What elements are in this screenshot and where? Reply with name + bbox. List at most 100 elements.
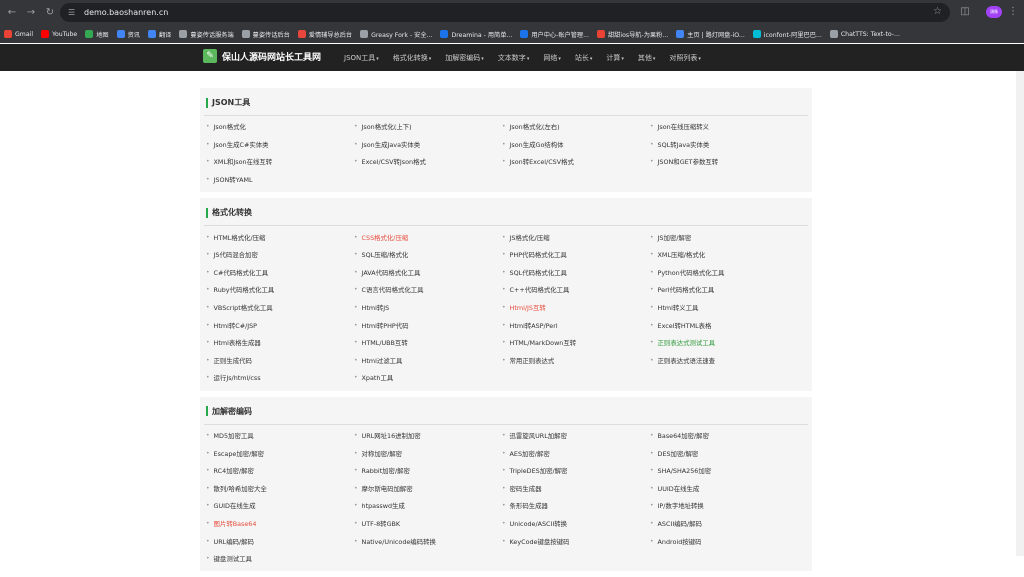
bookmark-item[interactable]: 翻译 <box>147 27 171 41</box>
tool-link[interactable]: • C语言代码格式化工具 <box>352 281 500 299</box>
tool-link[interactable]: • Html转PHP代码 <box>352 316 500 334</box>
tool-link[interactable]: • Html过滤工具 <box>352 352 500 370</box>
tool-link-label[interactable]: HTML/UBB互转 <box>362 338 408 347</box>
tool-link[interactable]: • JSON和GET参数互转 <box>648 153 796 171</box>
tool-link-label[interactable]: 正则生成代码 <box>214 356 252 365</box>
address-url[interactable]: demo.baoshanren.cn <box>84 8 168 17</box>
bookmark-item[interactable]: Greasy Fork - 安全... <box>360 27 432 41</box>
tool-link-label[interactable]: C++代码格式化工具 <box>510 285 570 294</box>
tool-link[interactable]: • 图片转Base64 <box>204 515 352 533</box>
tool-link-label[interactable]: JSON转YAML <box>214 175 253 184</box>
tool-link[interactable]: • GUID在线生成 <box>204 497 352 515</box>
tool-link-label[interactable]: Json在线压缩转义 <box>658 122 710 131</box>
tool-link[interactable]: • htpasswd生成 <box>352 497 500 515</box>
tool-link-label[interactable]: 正则表达式测试工具 <box>658 338 716 347</box>
tool-link[interactable]: • CSS格式化/压缩 <box>352 228 500 246</box>
tool-link[interactable]: • Excel转HTML表格 <box>648 316 796 334</box>
tool-link[interactable]: • 对称加密/解密 <box>352 444 500 462</box>
tool-link[interactable]: • Json格式化(左右) <box>500 118 648 136</box>
tool-link-label[interactable]: Ruby代码格式化工具 <box>214 285 275 294</box>
reload-icon[interactable]: ↻ <box>43 6 57 20</box>
bookmark-item[interactable]: Dreamina - 用简单... <box>440 27 512 41</box>
tool-link[interactable]: • Ruby代码格式化工具 <box>204 281 352 299</box>
tool-link[interactable]: • JAVA代码格式化工具 <box>352 264 500 282</box>
tool-link[interactable]: • Excel/CSV转Json格式 <box>352 153 500 171</box>
tool-link[interactable]: • URL网址16进制加密 <box>352 427 500 445</box>
menu-icon[interactable]: ⋮ <box>1006 5 1020 19</box>
tool-link[interactable]: • HTML格式化/压缩 <box>204 228 352 246</box>
tool-link-label[interactable]: SQL代码格式化工具 <box>510 268 567 277</box>
tool-link[interactable]: • PHP代码格式化工具 <box>500 246 648 264</box>
menu-item[interactable]: 网络▾ <box>543 53 561 63</box>
tool-link[interactable]: • 迅雷旋风URL加解密 <box>500 427 648 445</box>
tool-link-label[interactable]: KeyCode键盘按键码 <box>510 537 570 546</box>
tool-link[interactable]: • 常用正则表达式 <box>500 352 648 370</box>
tool-link-label[interactable]: GUID在线生成 <box>214 501 256 510</box>
tool-link[interactable]: • Json在线压缩转义 <box>648 118 796 136</box>
tool-link-label[interactable]: TripleDES加密/解密 <box>510 466 568 475</box>
tool-link[interactable]: • Json转Excel/CSV格式 <box>500 153 648 171</box>
tool-link-label[interactable]: Excel/CSV转Json格式 <box>362 157 426 166</box>
tool-link[interactable]: • Html转JS <box>352 299 500 317</box>
tool-link-label[interactable]: Html/JS互转 <box>510 303 546 312</box>
tool-link-label[interactable]: Xpath工具 <box>362 373 394 382</box>
menu-item[interactable]: 计算▾ <box>606 53 624 63</box>
tool-link-label[interactable]: URL编码/解码 <box>214 537 254 546</box>
bookmark-item[interactable]: 蔓姿传话后台 <box>241 27 290 41</box>
tool-link-label[interactable]: SQL转Java实体类 <box>658 140 710 149</box>
tool-link[interactable]: • HTML/MarkDown互转 <box>500 334 648 352</box>
tool-link[interactable]: • Html表格生成器 <box>204 334 352 352</box>
tool-link-label[interactable]: Json格式化(左右) <box>510 122 560 131</box>
tool-link-label[interactable]: 图片转Base64 <box>214 519 257 528</box>
tool-link-label[interactable]: Json生成Java实体类 <box>362 140 421 149</box>
bookmark-item[interactable]: iconfont-阿里巴巴... <box>752 27 822 41</box>
tool-link-label[interactable]: 密码生成器 <box>510 484 542 493</box>
scrollbar[interactable] <box>1016 71 1024 556</box>
tool-link-label[interactable]: 对称加密/解密 <box>362 449 403 458</box>
tool-link-label[interactable]: 摩尔斯电码加解密 <box>362 484 413 493</box>
bookmark-item[interactable]: 爱情辅导总后台 <box>297 27 352 41</box>
tool-link[interactable]: • VBScript格式化工具 <box>204 299 352 317</box>
tool-link-label[interactable]: SHA/SHA256加密 <box>658 466 712 475</box>
tool-link-label[interactable]: JS格式化/压缩 <box>510 233 550 242</box>
tool-link-label[interactable]: Html转PHP代码 <box>362 321 409 330</box>
bookmark-item[interactable]: 资讯 <box>116 27 140 41</box>
tool-link[interactable]: • 运行Js/html/css <box>204 369 352 387</box>
tool-link-label[interactable]: Json格式化 <box>214 122 246 131</box>
tool-link[interactable]: • Html转ASP/Perl <box>500 316 648 334</box>
tool-link-label[interactable]: UTF-8转GBK <box>362 519 401 528</box>
tool-link-label[interactable]: Html转ASP/Perl <box>510 321 558 330</box>
tool-link-label[interactable]: C语言代码格式化工具 <box>362 285 424 294</box>
tool-link-label[interactable]: Json生成Go结构体 <box>510 140 564 149</box>
tool-link[interactable]: • SQL转Java实体类 <box>648 136 796 154</box>
tool-link-label[interactable]: RC4加密/解密 <box>214 466 254 475</box>
tool-link-label[interactable]: 运行Js/html/css <box>214 373 261 382</box>
tool-link[interactable]: • 散列/哈希加密大全 <box>204 480 352 498</box>
bookmark-item[interactable]: 用户中心-账户管理... <box>520 27 589 41</box>
tool-link[interactable]: • DES加密/解密 <box>648 444 796 462</box>
tool-link-label[interactable]: 条形码生成器 <box>510 501 548 510</box>
menu-item[interactable]: 站长▾ <box>575 53 593 63</box>
tool-link-label[interactable]: Excel转HTML表格 <box>658 321 712 330</box>
tool-link-label[interactable]: JS加密/解密 <box>658 233 692 242</box>
bookmark-item[interactable]: Gmail <box>4 27 33 41</box>
tool-link[interactable]: • Unicode/ASCII转换 <box>500 515 648 533</box>
tool-link-label[interactable]: URL网址16进制加密 <box>362 431 421 440</box>
tool-link-label[interactable]: HTML/MarkDown互转 <box>510 338 577 347</box>
tool-link[interactable]: • Escape加密/解密 <box>204 444 352 462</box>
back-icon[interactable]: ← <box>5 6 19 20</box>
tool-link-label[interactable]: Json转Excel/CSV格式 <box>510 157 574 166</box>
tool-link[interactable]: • HTML/UBB互转 <box>352 334 500 352</box>
tool-link-label[interactable]: Perl代码格式化工具 <box>658 285 715 294</box>
tool-link[interactable]: • XML和Json在线互转 <box>204 153 352 171</box>
tool-link[interactable]: • Json格式化 <box>204 118 352 136</box>
tool-link-label[interactable]: Native/Unicode编码转换 <box>362 537 436 546</box>
extensions-icon[interactable]: ◫ <box>958 5 972 19</box>
tool-link[interactable]: • Android按键码 <box>648 532 796 550</box>
tool-link[interactable]: • C#代码格式化工具 <box>204 264 352 282</box>
tool-link[interactable]: • Json格式化(上下) <box>352 118 500 136</box>
tool-link-label[interactable]: IP/数字地址转换 <box>658 501 704 510</box>
tool-link[interactable]: • Html/JS互转 <box>500 299 648 317</box>
tool-link-label[interactable]: DES加密/解密 <box>658 449 699 458</box>
tool-link[interactable]: • SQL压缩/格式化 <box>352 246 500 264</box>
